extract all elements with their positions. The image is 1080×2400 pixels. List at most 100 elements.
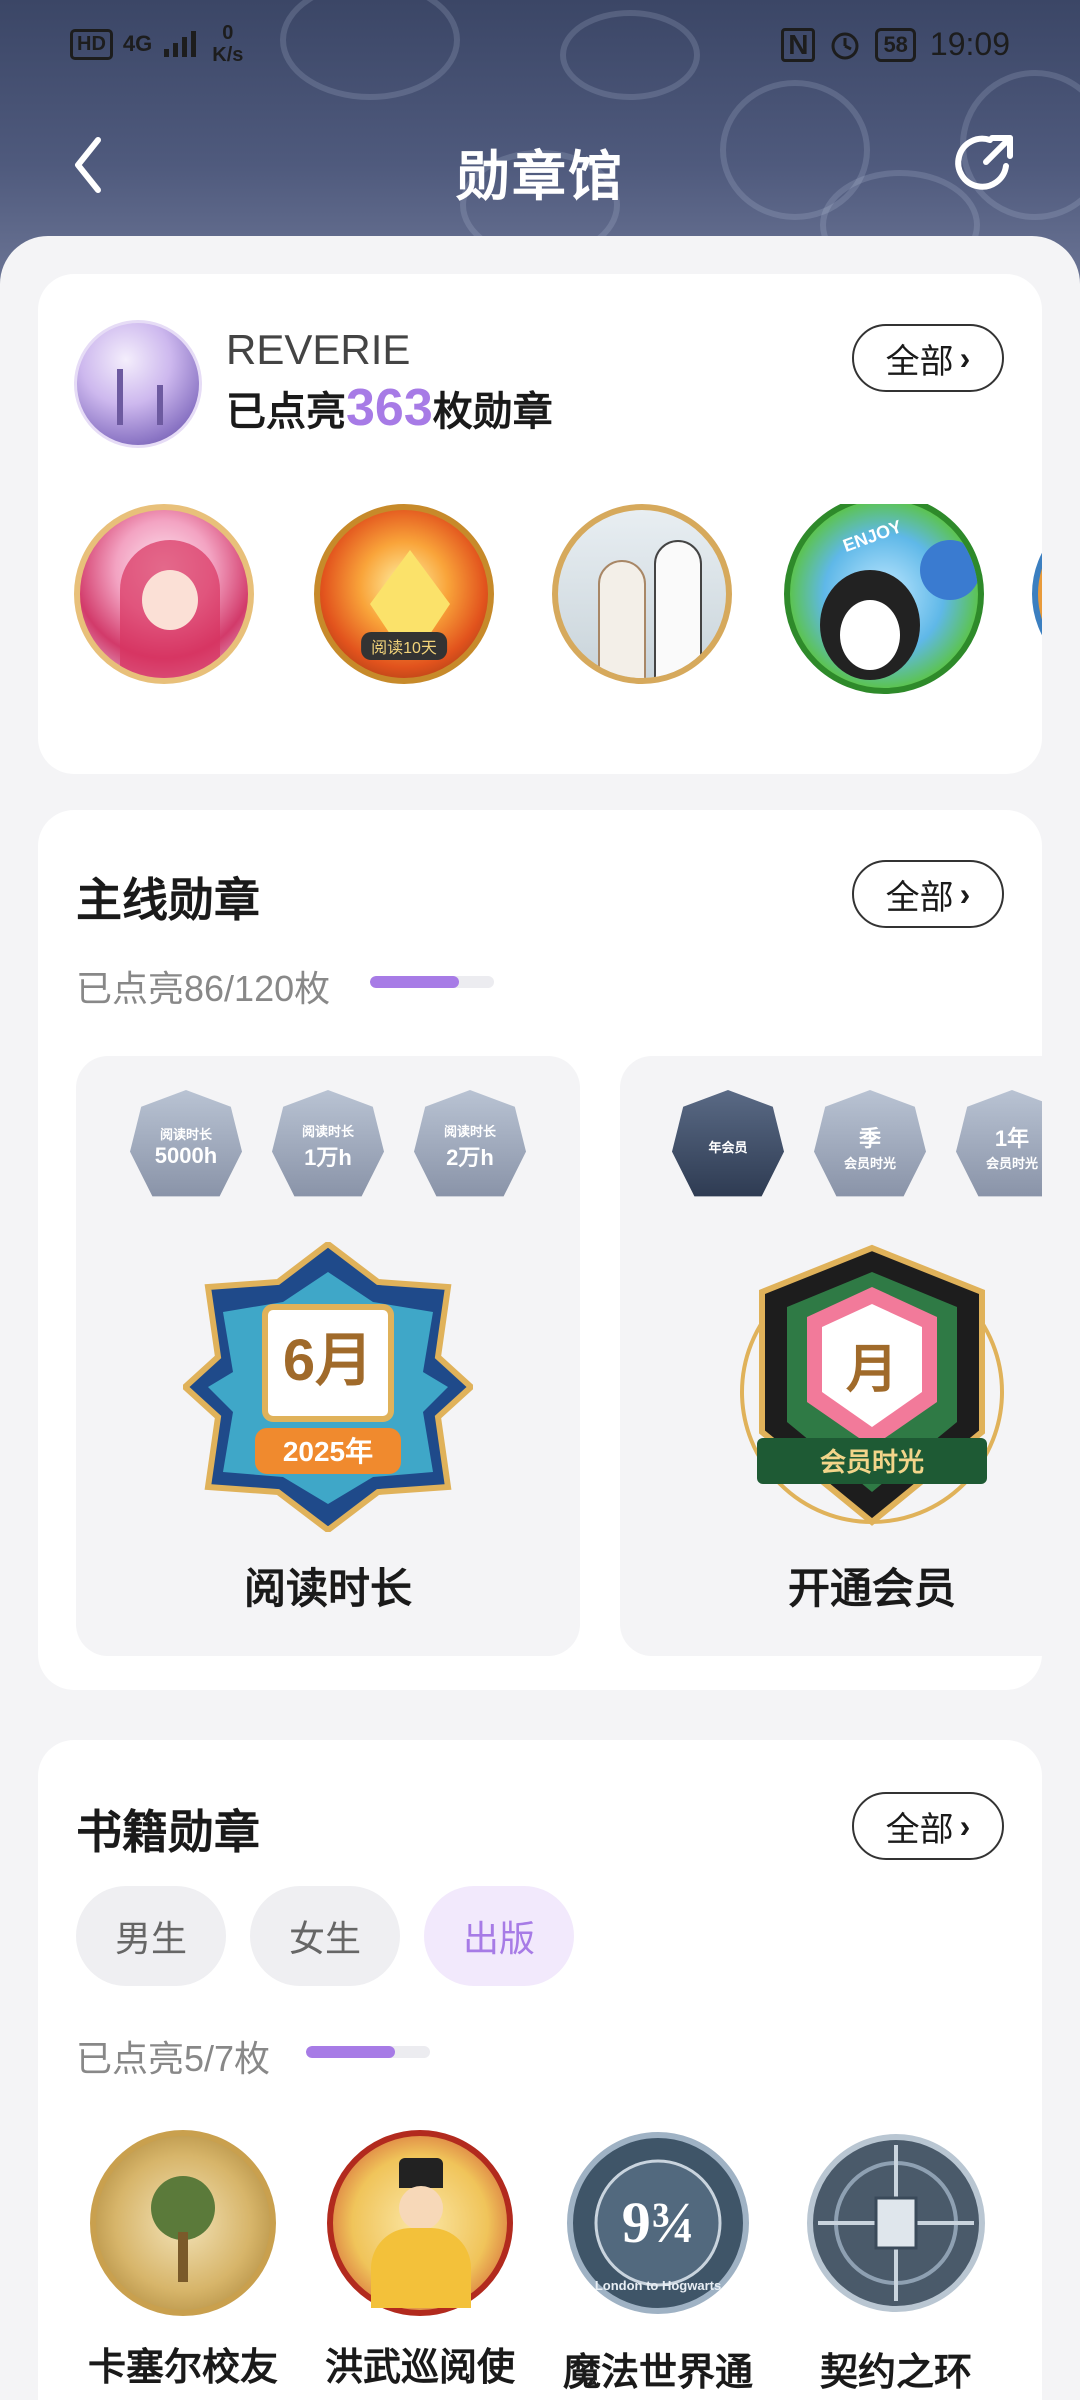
phoenix-badge[interactable]: 阅读10天 <box>314 504 494 684</box>
reading-time-hero-badge[interactable]: 6月 2025年 <box>183 1242 473 1532</box>
battery-indicator: 58 <box>875 27 916 62</box>
emperor-face <box>399 2186 443 2230</box>
avatar[interactable] <box>74 320 202 448</box>
reading-time-card[interactable]: 阅读时长 5000h 阅读时长 1万h 阅读时长 2万h 6月 2025年 阅读时长 <box>76 1056 580 1656</box>
badge-face <box>142 570 198 630</box>
mini-badge-value: 2万h <box>446 1144 494 1170</box>
username: REVERIE <box>226 326 411 373</box>
avatar-tree <box>117 369 123 425</box>
book-badges-title: 书籍勋章 <box>76 1806 260 1858</box>
content-sheet: REVERIE 已点亮363枚勋章 全部 › 阅读10天 ENJOY 主线勋章 … <box>0 236 1080 2400</box>
chevron-right-icon: › <box>959 875 971 912</box>
membership-hero-badge[interactable]: 月 会员时光 <box>727 1242 1017 1532</box>
mini-badge-value: 5000h <box>154 1142 218 1168</box>
phoenix-badge-label: 阅读10天 <box>361 632 447 660</box>
speed-unit: K/s <box>212 44 244 66</box>
all-button-label: 全部 <box>885 342 954 381</box>
book-badges-all-button[interactable]: 全部 › <box>852 1792 1004 1860</box>
book-badges-row: 卡塞尔校友 洪武巡阅使 9¾ London to Hogwarts 魔法世界通 <box>38 2130 1042 2394</box>
book-badge-item[interactable]: 卡塞尔校友 <box>83 2130 283 2391</box>
mini-badge-value: 1万h <box>304 1144 352 1170</box>
platform-nine-three-quarters-icon: 9¾ London to Hogwarts <box>567 2132 749 2314</box>
hero-main-text: 月 <box>846 1341 898 1399</box>
book-badges-card: 书籍勋章 全部 › 男生 女生 出版 已点亮5/7枚 卡塞尔校友 洪武巡阅使 9… <box>38 1740 1042 2400</box>
chevron-right-icon: › <box>959 1807 971 1844</box>
phoenix-shape <box>370 550 450 640</box>
progress-fill <box>370 976 459 988</box>
enjoy-text: ENJOY <box>840 516 905 556</box>
recent-badges-row: 阅读10天 ENJOY <box>74 504 1042 694</box>
all-button-label: 全部 <box>885 878 954 917</box>
book-badge-name: 卡塞尔校友 <box>87 2347 278 2389</box>
main-badges-card: 主线勋章 全部 › 已点亮86/120枚 阅读时长 5000h 阅读时长 1万h 阅读… <box>38 810 1042 1690</box>
tree-crown <box>151 2176 215 2240</box>
progress-fill <box>306 2046 395 2058</box>
lit-suffix: 枚勋章 <box>432 390 553 434</box>
year-member-badge[interactable]: 1年会员时光 <box>956 1090 1042 1197</box>
book-badges-progress-text: 已点亮5/7枚 <box>76 2038 271 2079</box>
membership-card[interactable]: 年会员 季会员时光 1年会员时光 月 会员时光 开通会员 <box>620 1056 1042 1656</box>
tab-publishing[interactable]: 出版 <box>424 1886 574 1986</box>
book-badge-item[interactable]: 9¾ London to Hogwarts 魔法世界通 <box>558 2130 758 2396</box>
emblem-subtext: London to Hogwarts <box>595 2278 721 2293</box>
mini-badge-caption: 会员时光 <box>985 1155 1038 1171</box>
hero-main-text: 6月 <box>283 1328 373 1393</box>
membership-label: 开通会员 <box>787 1565 956 1612</box>
mini-badge-value: 1年 <box>994 1125 1030 1151</box>
network-indicator: 4G <box>122 31 153 56</box>
emperor-robe <box>371 2228 471 2308</box>
membership-mini-badges: 年会员 季会员时光 1年会员时光 <box>620 1090 1042 1202</box>
penguin-belly <box>840 600 900 670</box>
main-badges-progress-bar <box>370 976 494 988</box>
mini-badge-caption: 阅读时长 <box>443 1123 496 1139</box>
lit-count: 363 <box>346 379 433 437</box>
book-badge-name: 契约之环 <box>819 2352 972 2394</box>
signal-icon <box>164 31 197 57</box>
penguin-enjoy-badge[interactable]: ENJOY <box>784 504 984 694</box>
couple-badge[interactable] <box>552 504 732 684</box>
tree-trunk <box>178 2232 188 2282</box>
main-badges-carousel: 阅读时长 5000h 阅读时长 1万h 阅读时长 2万h 6月 2025年 阅读时长 <box>76 1056 1042 1656</box>
anime-girl-badge[interactable] <box>74 504 254 684</box>
mini-badge-caption: 阅读时长 <box>301 1123 354 1139</box>
emperor-hat <box>399 2158 443 2188</box>
hero-sub-text: 会员时光 <box>820 1447 924 1477</box>
nav-bar: 勋章馆 <box>0 110 1080 220</box>
season-member-badge[interactable]: 季会员时光 <box>814 1090 926 1197</box>
main-badges-all-button[interactable]: 全部 › <box>852 860 1004 928</box>
emblem-text: 9¾ <box>622 2190 695 2255</box>
clock: 19:09 <box>929 26 1010 62</box>
profile-card: REVERIE 已点亮363枚勋章 全部 › 阅读10天 ENJOY <box>38 274 1042 774</box>
annual-member-badge[interactable]: 年会员 <box>672 1090 784 1197</box>
share-icon[interactable] <box>950 128 1020 198</box>
book-badge-item[interactable]: 契约之环 <box>796 2130 996 2396</box>
reading-5000h-badge[interactable]: 阅读时长 5000h <box>130 1090 242 1197</box>
main-badges-progress-text: 已点亮86/120枚 <box>76 968 331 1009</box>
mini-badge-caption: 会员时光 <box>843 1155 896 1171</box>
reading-20k-badge[interactable]: 阅读时长 2万h <box>414 1090 526 1197</box>
hero-sub-text: 2025年 <box>283 1435 373 1467</box>
hd-indicator: HD <box>70 28 113 60</box>
couple-figure-right <box>654 540 702 678</box>
page-title: 勋章馆 <box>456 147 624 207</box>
tab-male[interactable]: 男生 <box>76 1886 226 1986</box>
book-badge-item[interactable]: 洪武巡阅使 <box>320 2130 520 2391</box>
mini-badge-value: 季 <box>858 1125 881 1151</box>
nfc-icon: N <box>781 27 816 62</box>
reading-10k-badge[interactable]: 阅读时长 1万h <box>272 1090 384 1197</box>
partial-badge[interactable] <box>1032 504 1042 684</box>
reading-time-mini-badges: 阅读时长 5000h 阅读时长 1万h 阅读时长 2万h <box>76 1090 580 1202</box>
cassell-tree-icon <box>90 2130 276 2316</box>
couple-figure-left <box>598 560 646 678</box>
alarm-icon <box>831 32 859 59</box>
tab-female[interactable]: 女生 <box>250 1886 400 1986</box>
profile-all-button[interactable]: 全部 › <box>852 324 1004 392</box>
speed-value: 0 <box>222 22 234 44</box>
lit-prefix: 已点亮 <box>226 390 346 434</box>
reading-time-label: 阅读时长 <box>243 1565 412 1612</box>
avatar-tree <box>157 385 163 425</box>
mini-badge-caption: 年会员 <box>708 1139 748 1155</box>
all-button-label: 全部 <box>885 1810 954 1849</box>
main-badges-title: 主线勋章 <box>76 874 260 926</box>
status-bar: HD 4G 0 K/s N 58 19:09 <box>0 0 1080 90</box>
